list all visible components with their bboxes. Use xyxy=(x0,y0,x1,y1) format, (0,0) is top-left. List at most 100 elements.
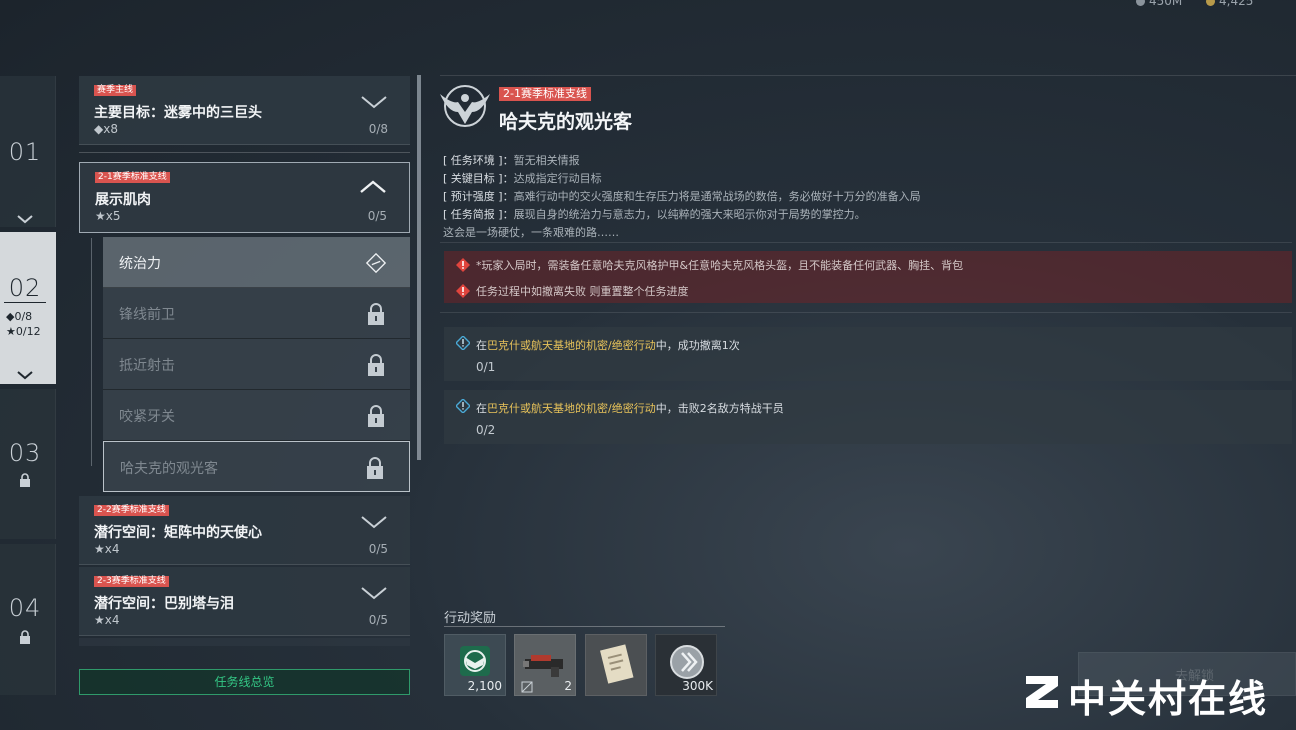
chapter-number: 01 xyxy=(8,138,42,166)
objective-progress: 0/1 xyxy=(476,360,496,374)
detail-tag: 2-1赛季标准支线 xyxy=(499,87,591,101)
weapon-attachment-icon xyxy=(523,655,563,677)
chapter-star-count: ★0/12 xyxy=(6,325,41,338)
lock-icon xyxy=(20,473,30,487)
lock-icon xyxy=(20,630,30,644)
reward-item[interactable] xyxy=(585,634,647,696)
chapter-underline xyxy=(4,302,46,303)
reward-quantity: 2,100 xyxy=(467,679,502,693)
detail-title: 哈夫克的观光客 xyxy=(499,111,633,133)
info-diamond-icon xyxy=(456,399,470,413)
subtask-item[interactable]: 锋线前卫 xyxy=(103,288,410,339)
subtask-label: 抵近射击 xyxy=(119,358,175,374)
quest-progress: 0/8 xyxy=(368,122,388,136)
quest-tag: 2-2赛季标准支线 xyxy=(94,505,169,516)
objective-text: 在巴克什或航天基地的机密/绝密行动中，击败2名敌方特战干员 xyxy=(476,402,784,415)
detail-briefing: [ 任务简报 ]：展现自身的统治力与意志力，以纯粹的强大来昭示你对于局势的掌控力… xyxy=(443,208,866,221)
quest-progress: 0/5 xyxy=(368,542,388,556)
quest-title: 潜行空间：矩阵中的天使心 xyxy=(94,525,262,541)
objective-item: 在巴克什或航天基地的机密/绝密行动中，成功撤离1次 0/1 xyxy=(444,327,1292,381)
list-fade xyxy=(79,638,410,646)
quest-title: 潜行空间：巴别塔与泪 xyxy=(94,596,234,612)
detail-intensity: [ 预计强度 ]：高难行动中的交火强度和生存压力将是通常战场的数倍，务必做好十万… xyxy=(443,190,921,203)
subtask-item[interactable]: 抵近射击 xyxy=(103,339,410,390)
warning-icon xyxy=(456,284,470,298)
info-diamond-icon xyxy=(456,336,470,350)
unbound-icon xyxy=(521,681,533,693)
chevron-down-icon xyxy=(361,587,387,600)
lock-icon xyxy=(368,354,384,376)
chapter-diamond-count: ◆0/8 xyxy=(6,310,33,323)
chapter-tab-04[interactable]: 04 xyxy=(0,544,56,695)
coin-icon xyxy=(1206,0,1215,6)
quest-progress: 0/5 xyxy=(367,209,387,223)
reward-quantity: 300K xyxy=(682,679,713,693)
detail-key-objective: [ 关键目标 ]：达成指定行动目标 xyxy=(443,172,602,185)
quest-title: 主要目标：迷雾中的三巨头 xyxy=(94,105,262,121)
chapter-number: 02 xyxy=(8,274,42,302)
objective-progress: 0/2 xyxy=(476,423,496,437)
divider xyxy=(444,626,725,627)
rewards-title: 行动奖励 xyxy=(444,611,497,626)
tree-connector xyxy=(91,238,92,466)
quest-reward-count: ◆x8 xyxy=(94,122,118,136)
quest-title: 展示肌肉 xyxy=(95,192,151,208)
quest-reward-count: ★x4 xyxy=(94,542,120,556)
warning-row: 任务过程中如撤离失败 则重置整个任务进度 xyxy=(456,283,689,299)
divider xyxy=(440,75,1296,76)
reward-item[interactable]: 2 xyxy=(514,634,576,696)
reward-quantity: 2 xyxy=(564,679,572,693)
zol-logo-icon xyxy=(1026,676,1058,708)
subtask-label: 统治力 xyxy=(119,256,161,272)
subtask-label: 锋线前卫 xyxy=(119,307,175,323)
divider xyxy=(440,242,1292,243)
scrollbar[interactable] xyxy=(417,75,421,460)
quest-card[interactable]: 2-2赛季标准支线 潜行空间：矩阵中的天使心 ★x4 0/5 xyxy=(79,496,410,565)
subtask-item[interactable]: 咬紧牙关 xyxy=(103,390,410,441)
chevron-down-icon xyxy=(17,215,33,224)
objective-item: 在巴克什或航天基地的机密/绝密行动中，击败2名敌方特战干员 0/2 xyxy=(444,390,1292,444)
warning-icon xyxy=(456,258,470,272)
chevron-down-icon xyxy=(361,516,387,529)
subtask-item[interactable]: 统治力 xyxy=(103,237,410,288)
quest-card[interactable]: 2-3赛季标准支线 潜行空间：巴别塔与泪 ★x4 0/5 xyxy=(79,567,410,636)
watermark: 中关村在线 xyxy=(1022,666,1282,721)
questline-overview-button[interactable]: 任务线总览 xyxy=(79,669,410,695)
quest-card-selected[interactable]: 2-1赛季标准支线 展示肌肉 ★x5 0/5 xyxy=(79,162,410,233)
objective-text: 在巴克什或航天基地的机密/绝密行动中，成功撤离1次 xyxy=(476,339,740,352)
currency-gold: 4,425 xyxy=(1206,0,1253,8)
quest-reward-count: ★x4 xyxy=(94,613,120,627)
quest-tag: 2-1赛季标准支线 xyxy=(95,172,170,183)
reward-item[interactable]: 2,100 xyxy=(444,634,506,696)
quest-card-main[interactable]: 赛季主线 主要目标：迷雾中的三巨头 ◆x8 0/8 xyxy=(79,76,410,145)
chapter-number: 04 xyxy=(8,594,42,622)
quest-tag: 2-3赛季标准支线 xyxy=(94,576,169,587)
subtask-item-selected[interactable]: 哈夫克的观光客 xyxy=(103,441,410,492)
detail-environment: [ 任务环境 ]：暂无相关情报 xyxy=(443,154,580,167)
subtask-label: 咬紧牙关 xyxy=(119,409,175,425)
chapter-number: 03 xyxy=(8,439,42,467)
document-card-icon xyxy=(600,644,634,684)
chapter-tab-02[interactable]: 02 ◆0/8 ★0/12 xyxy=(0,232,56,384)
chapter-tab-01[interactable]: 01 xyxy=(0,76,56,227)
silver-coin-icon xyxy=(670,645,704,679)
diamond-target-icon xyxy=(366,252,386,274)
watermark-text: 中关村在线 xyxy=(1068,677,1269,721)
lock-icon xyxy=(368,303,384,325)
lock-icon xyxy=(367,457,383,479)
emblem-token-icon xyxy=(460,646,490,676)
warning-row: *玩家入局时，需装备任意哈夫克风格护甲&任意哈夫克风格头盔，且不能装备任何武器、… xyxy=(456,257,963,273)
eagle-emblem-icon xyxy=(440,85,490,127)
chapter-tab-03[interactable]: 03 xyxy=(0,389,56,539)
quest-progress: 0/5 xyxy=(368,613,388,627)
reward-item[interactable]: 300K xyxy=(655,634,717,696)
warning-box: *玩家入局时，需装备任意哈夫克风格护甲&任意哈夫克风格头盔，且不能装备任何武器、… xyxy=(444,251,1292,303)
chevron-up-icon xyxy=(360,180,386,193)
divider xyxy=(440,312,1292,313)
chevron-down-icon xyxy=(17,371,33,380)
currency-silver: 450M xyxy=(1136,0,1182,8)
detail-note: 这会是一场硬仗，一条艰难的路…… xyxy=(443,226,619,239)
quest-tag: 赛季主线 xyxy=(94,85,137,96)
coin-icon xyxy=(1136,0,1145,6)
quest-reward-count: ★x5 xyxy=(95,209,121,223)
